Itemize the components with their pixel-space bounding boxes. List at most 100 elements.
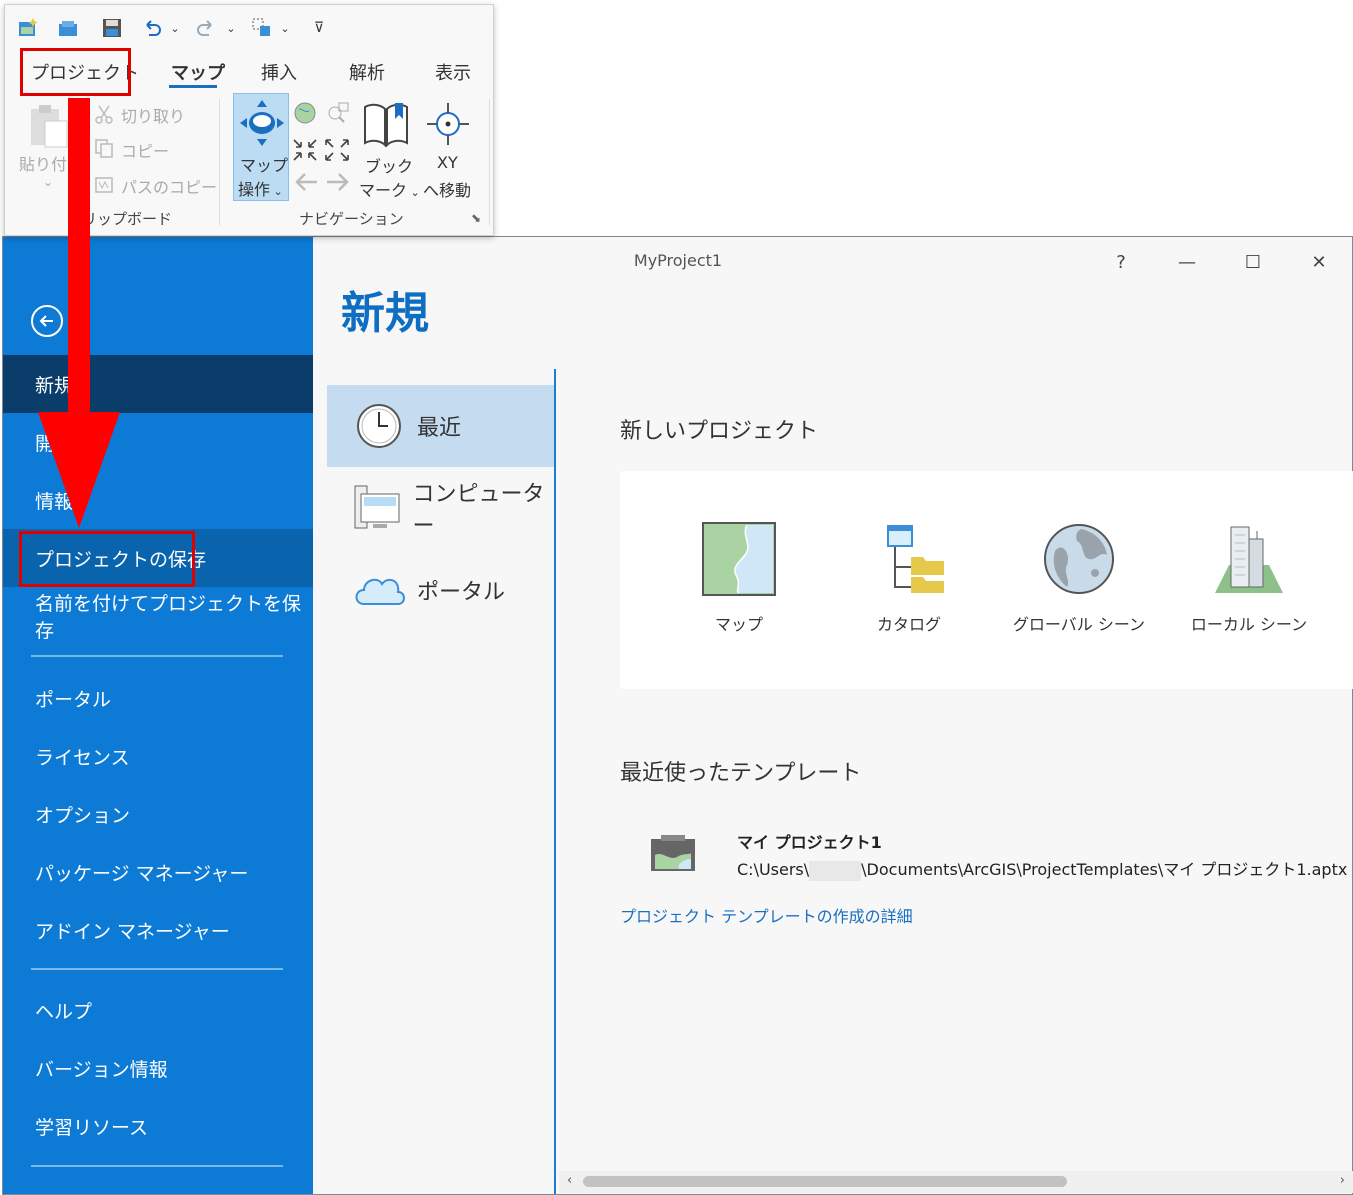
sidebar-item-options[interactable]: オプション [3, 785, 313, 843]
sidebar-item-label: 学習リソース [35, 1116, 149, 1139]
back-arrow-icon[interactable] [31, 305, 63, 337]
computer-icon [349, 480, 405, 536]
redo-dropdown-icon[interactable]: ⌄ [223, 15, 239, 41]
location-label: 最近 [417, 416, 462, 441]
explore-icon [238, 98, 286, 148]
new-global-scene-button[interactable]: グローバル シーン [1004, 521, 1154, 635]
tab-analysis[interactable]: 解析 [349, 59, 385, 85]
location-list: 最近 コンピューター ポータル [327, 369, 555, 1194]
ribbon: ⌄ ⌄ ⌄ ⊽ プロジェクト マップ 挿入 解析 表示 貼り付け ⌄ 切り取り … [4, 4, 494, 236]
save-project-icon[interactable] [97, 15, 127, 41]
sidebar-item-info[interactable]: 情報 [3, 471, 313, 529]
sidebar-item-package-manager[interactable]: パッケージ マネージャー [3, 843, 313, 901]
project-tab-highlight [20, 48, 131, 96]
new-catalog-button[interactable]: カタログ [834, 521, 984, 635]
bookmark-label-line1: ブック [365, 157, 414, 176]
cut-label: 切り取り [121, 107, 186, 126]
sidebar-item-label: 情報 [35, 490, 74, 513]
fixed-zoom-in-icon[interactable] [291, 137, 319, 163]
previous-extent-icon[interactable] [293, 171, 319, 193]
tab-map[interactable]: マップ [171, 59, 225, 85]
backstage-window: 新規 開く 情報 プロジェクトの保存 名前を付けてプロジェクトを保存 ポータル … [2, 236, 1353, 1195]
sidebar-item-label: オプション [35, 804, 131, 827]
undo-icon[interactable] [137, 15, 167, 41]
open-project-icon[interactable] [53, 15, 83, 41]
sidebar-item-label: ヘルプ [35, 1000, 93, 1023]
location-label: コンピューター [412, 482, 545, 539]
sidebar-divider [31, 655, 283, 657]
paste-dropdown-icon[interactable]: ⌄ [43, 175, 53, 189]
new-project-item-label: ローカル シーン [1190, 615, 1308, 634]
active-tab-indicator [169, 85, 217, 88]
new-project-item-label: グローバル シーン [1012, 615, 1146, 634]
location-list-border [554, 369, 556, 1194]
copy-path-icon[interactable] [93, 173, 115, 195]
sidebar-item-label: ライセンス [35, 746, 130, 769]
template-name: マイ プロジェクト1 [737, 833, 882, 852]
maximize-button[interactable]: ☐ [1233, 247, 1273, 277]
location-computer[interactable]: コンピューター [327, 467, 555, 549]
bookmark-icon[interactable] [361, 99, 411, 149]
clipboard-group-label: クリップボード [67, 210, 173, 228]
cloud-icon [349, 562, 409, 618]
scrollbar-thumb[interactable] [583, 1176, 1067, 1187]
new-local-scene-button[interactable]: ローカル シーン [1174, 521, 1324, 635]
undo-dropdown-icon[interactable]: ⌄ [167, 15, 183, 41]
sidebar-item-save-as[interactable]: 名前を付けてプロジェクトを保存 [3, 587, 313, 645]
fixed-zoom-out-icon[interactable] [323, 137, 351, 163]
new-map-button[interactable]: マップ [664, 521, 814, 635]
template-item[interactable]: マイ プロジェクト1 C:\Users\ \Documents\ArcGIS\Pr… [649, 829, 1349, 889]
template-path: C:\Users\ \Documents\ArcGIS\ProjectTempla… [737, 856, 1347, 881]
minimize-button[interactable]: — [1167, 247, 1207, 277]
scroll-right-icon[interactable]: › [1340, 1173, 1345, 1188]
explore-dropdown-icon: ⌄ [270, 185, 283, 198]
sidebar-item-label: パッケージ マネージャー [35, 862, 249, 885]
sidebar-item-about[interactable]: バージョン情報 [3, 1039, 313, 1097]
customize-toolbar-icon[interactable]: ⊽ [309, 15, 329, 41]
sidebar-divider [31, 1165, 283, 1167]
goto-xy-label-line2: へ移動 [423, 181, 472, 200]
copy-icon[interactable] [93, 137, 115, 159]
dialog-launcher-icon[interactable]: ⬊ [471, 211, 485, 225]
bookmark-label-text: マーク [359, 181, 408, 200]
paste-label: 貼り付け [19, 155, 84, 174]
goto-xy-icon[interactable] [423, 99, 473, 149]
horizontal-scrollbar[interactable]: ‹ › [559, 1171, 1353, 1193]
sidebar-item-portal[interactable]: ポータル [3, 669, 313, 727]
template-info-link[interactable]: プロジェクト テンプレートの作成の詳細 [620, 903, 913, 927]
new-project-icon[interactable] [13, 15, 43, 41]
tab-view[interactable]: 表示 [435, 59, 471, 85]
bookmark-dropdown-icon: ⌄ [407, 186, 420, 199]
selection-dropdown-icon[interactable]: ⌄ [277, 15, 293, 41]
next-extent-icon[interactable] [325, 171, 351, 193]
sidebar-item-open[interactable]: 開く [3, 413, 313, 471]
copy-label: コピー [121, 142, 170, 161]
sidebar-item-new[interactable]: 新規 [3, 355, 313, 413]
location-label: ポータル [417, 580, 506, 605]
location-recent[interactable]: 最近 [327, 385, 555, 467]
scroll-left-icon[interactable]: ‹ [567, 1173, 572, 1188]
cut-icon[interactable] [93, 103, 115, 125]
location-portal[interactable]: ポータル [327, 549, 555, 631]
help-button[interactable]: ? [1101, 247, 1141, 277]
zoom-to-selection-icon[interactable] [325, 101, 351, 125]
sidebar-item-help[interactable]: ヘルプ [3, 981, 313, 1039]
tab-insert[interactable]: 挿入 [261, 59, 297, 85]
sidebar-item-learning-resources[interactable]: 学習リソース [3, 1097, 313, 1155]
new-project-item-label: カタログ [876, 615, 941, 634]
window-title: MyProject1 [633, 251, 723, 270]
sidebar-item-label: 開く [35, 432, 74, 455]
goto-xy-label-line1: XY [437, 153, 458, 172]
ribbon-group-separator [489, 99, 490, 225]
sidebar-item-license[interactable]: ライセンス [3, 727, 313, 785]
selection-tools-icon[interactable] [247, 15, 277, 41]
full-extent-icon[interactable] [293, 101, 317, 125]
close-button[interactable]: ✕ [1299, 247, 1339, 277]
paste-icon[interactable] [27, 103, 71, 151]
new-project-heading: 新しいプロジェクト [620, 419, 819, 444]
sidebar-item-addin-manager[interactable]: アドイン マネージャー [3, 901, 313, 959]
copy-path-label: パスのコピー [121, 178, 218, 197]
redo-icon[interactable] [191, 15, 221, 41]
screenshot-stage: 新規 開く 情報 プロジェクトの保存 名前を付けてプロジェクトを保存 ポータル … [0, 0, 1353, 1195]
explore-button[interactable]: マップ 操作 ⌄ [233, 93, 289, 201]
